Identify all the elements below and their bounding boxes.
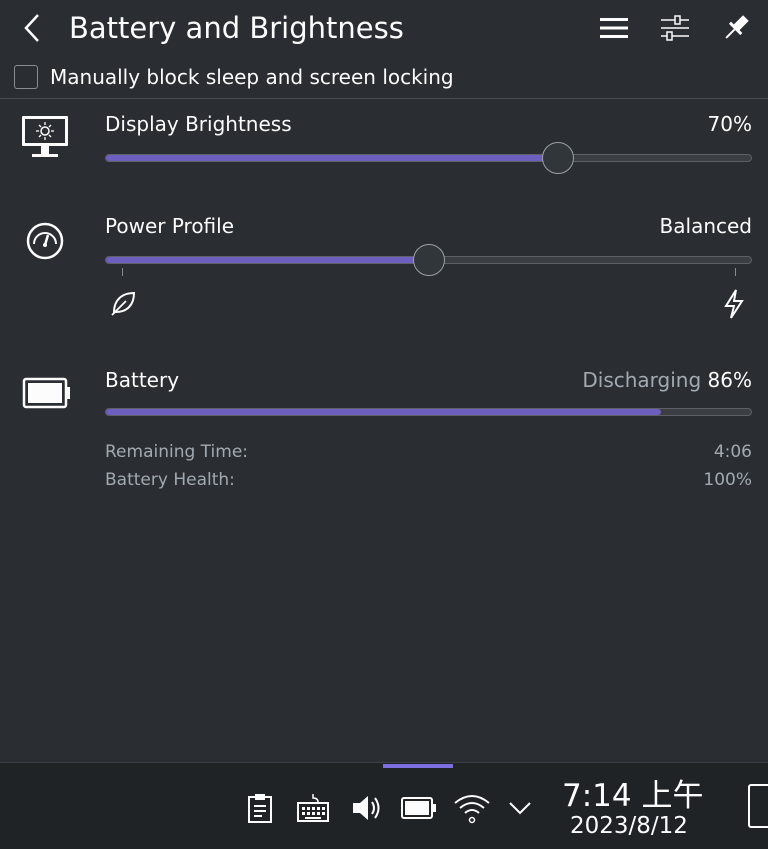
tick-mark-right — [735, 268, 736, 276]
battery-charge-fill — [106, 409, 661, 415]
inhibit-label: Manually block sleep and screen locking — [50, 65, 454, 89]
clock-time[interactable]: 7:14 上午 — [562, 778, 703, 814]
keyboard-icon[interactable] — [296, 792, 330, 828]
show-desktop-icon[interactable] — [748, 784, 768, 828]
wifi-icon[interactable] — [452, 790, 492, 830]
battery-icon — [22, 376, 72, 414]
brightness-slider-handle[interactable] — [541, 142, 574, 174]
power-profile-slider-handle[interactable] — [412, 244, 445, 276]
monitor-brightness-icon — [20, 114, 72, 166]
inhibit-row[interactable]: Manually block sleep and screen locking — [14, 62, 454, 92]
battery-label: Battery — [105, 368, 180, 392]
power-profile-label: Power Profile — [105, 214, 235, 238]
battery-charge-bar — [105, 408, 752, 416]
leaf-icon — [108, 288, 138, 322]
brightness-slider-track[interactable] — [105, 154, 752, 162]
battery-health-label: Battery Health: — [105, 470, 235, 490]
brightness-slider-fill — [106, 155, 558, 161]
remaining-time-label: Remaining Time: — [105, 442, 249, 462]
inhibit-checkbox[interactable] — [14, 65, 38, 89]
speedometer-icon — [24, 220, 66, 266]
active-tray-indicator — [383, 764, 453, 768]
battery-state: Discharging — [582, 368, 702, 392]
brightness-label: Display Brightness — [105, 112, 292, 136]
hamburger-menu-icon[interactable] — [596, 10, 632, 46]
pin-icon[interactable] — [718, 10, 754, 46]
back-icon[interactable] — [20, 12, 44, 44]
clock-date[interactable]: 2023/8/12 — [570, 812, 688, 840]
lightning-icon — [720, 288, 748, 324]
battery-tray-icon[interactable] — [400, 794, 438, 826]
divider — [0, 98, 768, 99]
battery-health-value: 100% — [703, 470, 752, 490]
brightness-value: 70% — [707, 112, 752, 136]
remaining-time-value: 4:06 — [713, 442, 752, 462]
power-profile-value: Balanced — [659, 214, 752, 238]
chevron-down-icon[interactable] — [506, 796, 534, 824]
page-title: Battery and Brightness — [69, 11, 404, 45]
clipboard-icon[interactable] — [246, 792, 274, 828]
tick-mark-left — [122, 268, 123, 276]
volume-icon[interactable] — [350, 792, 384, 828]
power-profile-slider-fill — [106, 257, 429, 263]
configure-icon[interactable] — [657, 10, 693, 46]
battery-status: Discharging 86% — [582, 368, 752, 392]
battery-percent: 86% — [707, 368, 752, 392]
